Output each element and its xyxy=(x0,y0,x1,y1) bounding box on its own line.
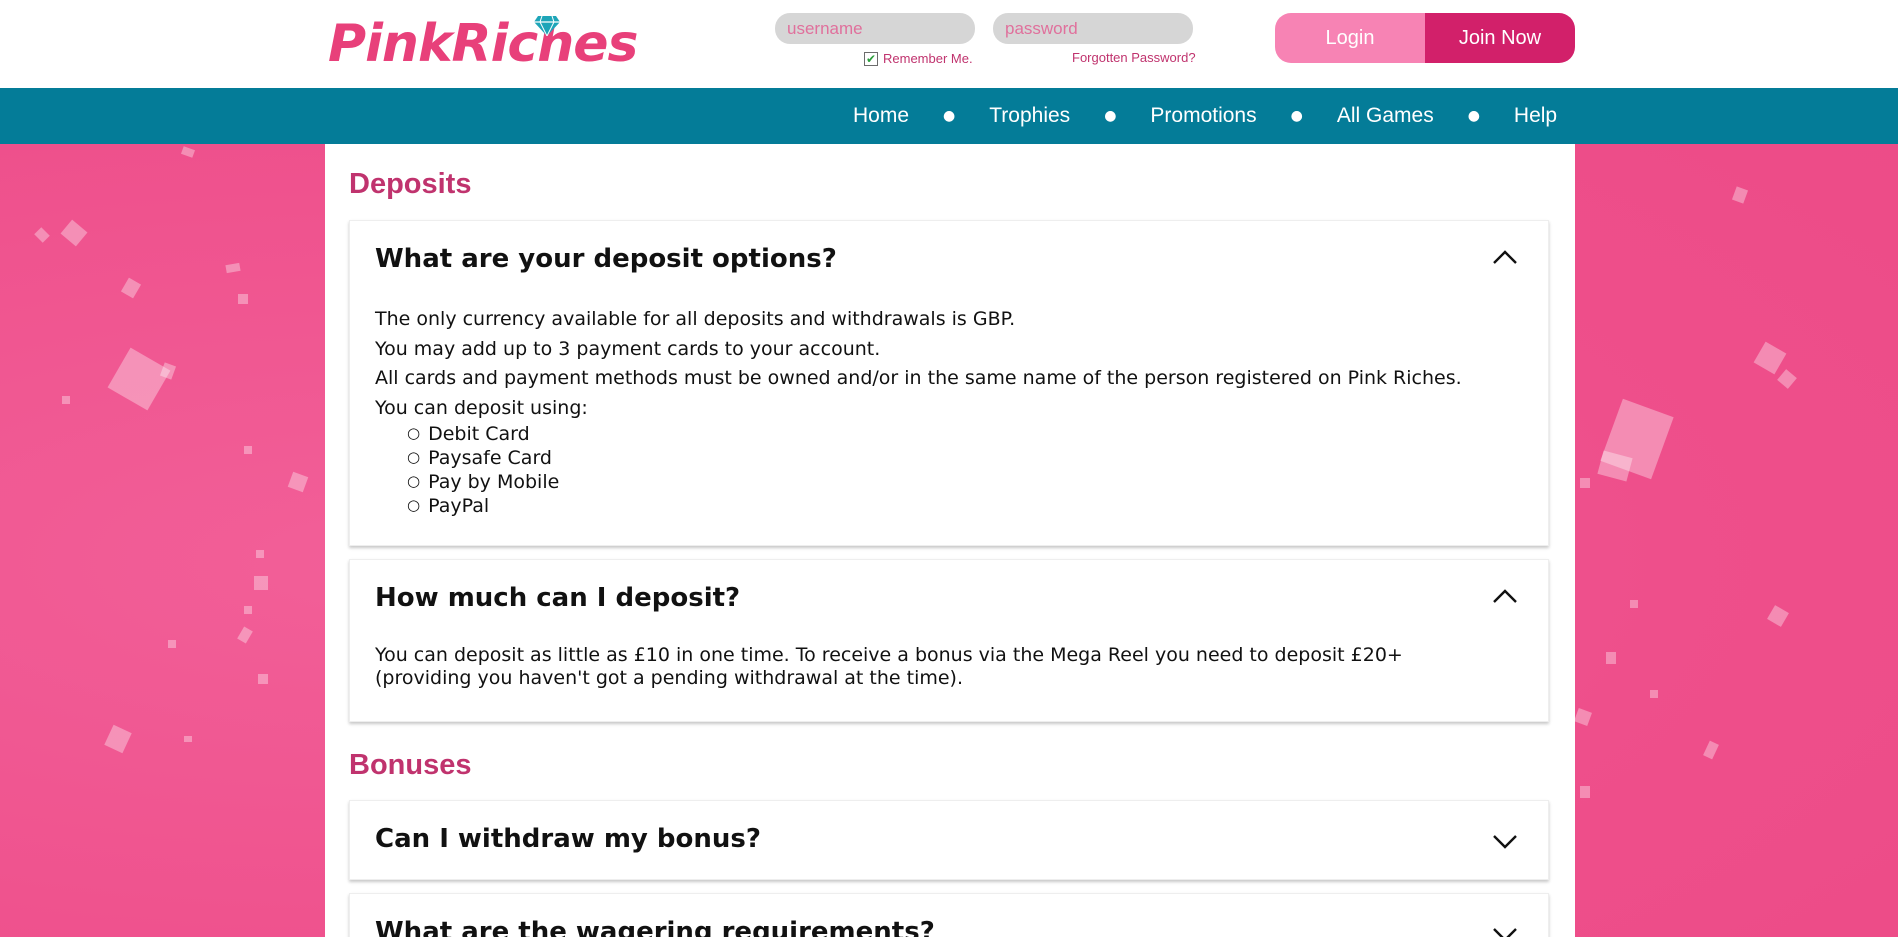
list-item: Debit Card xyxy=(407,423,1462,447)
faq-answer: You can deposit as little as £10 in one … xyxy=(375,644,1403,690)
faq-answer-line: All cards and payment methods must be ow… xyxy=(375,367,1462,389)
site-header: PinkRiches ✔ Remember Me. Forgotten Pass… xyxy=(0,0,1898,88)
nav-separator: ● xyxy=(1290,108,1303,124)
list-item: PayPal xyxy=(407,495,1462,519)
faq-answer-line: You may add up to 3 payment cards to you… xyxy=(375,337,881,360)
nav-all-games[interactable]: All Games xyxy=(1337,104,1434,128)
chevron-up-icon[interactable] xyxy=(1492,249,1518,265)
chevron-up-icon[interactable] xyxy=(1492,588,1518,604)
faq-answer-line: (providing you haven't got a pending wit… xyxy=(375,667,964,689)
main-nav: Home ● Trophies ● Promotions ● All Games… xyxy=(0,88,1898,144)
faq-item: What are your deposit options? The only … xyxy=(349,220,1549,546)
nav-home[interactable]: Home xyxy=(853,104,909,128)
faq-question[interactable]: What are the wagering requirements? xyxy=(375,917,935,937)
faq-item: What are the wagering requirements? xyxy=(349,893,1549,937)
list-item: Paysafe Card xyxy=(407,447,1462,471)
remember-me-checkbox[interactable]: ✔ xyxy=(864,51,878,66)
nav-separator: ● xyxy=(1467,108,1480,124)
faq-answer-line: You can deposit as little as £10 in one … xyxy=(375,644,1403,666)
diamond-icon xyxy=(534,16,560,36)
chevron-down-icon[interactable] xyxy=(1492,833,1518,849)
nav-help[interactable]: Help xyxy=(1514,104,1557,128)
forgot-password-link[interactable]: Forgotten Password? xyxy=(1072,50,1196,65)
section-title-deposits: Deposits xyxy=(349,168,472,200)
faq-answer-line: You can deposit using: xyxy=(375,396,588,419)
remember-me-label: Remember Me. xyxy=(883,51,973,66)
join-now-button[interactable]: Join Now xyxy=(1425,13,1575,63)
section-title-bonuses: Bonuses xyxy=(349,749,472,781)
faq-question[interactable]: How much can I deposit? xyxy=(375,583,740,613)
nav-promotions[interactable]: Promotions xyxy=(1150,104,1256,128)
remember-me[interactable]: ✔ Remember Me. xyxy=(864,51,973,66)
list-item: Pay by Mobile xyxy=(407,471,1462,495)
faq-answer: The only currency available for all depo… xyxy=(375,305,1462,519)
nav-separator: ● xyxy=(943,108,956,124)
faq-question[interactable]: What are your deposit options? xyxy=(375,244,837,274)
nav-trophies[interactable]: Trophies xyxy=(989,104,1070,128)
site-logo[interactable]: PinkRiches xyxy=(328,14,638,74)
password-input[interactable] xyxy=(993,13,1193,44)
faq-item: Can I withdraw my bonus? xyxy=(349,800,1549,880)
login-button[interactable]: Login xyxy=(1275,13,1425,63)
faq-item: How much can I deposit? You can deposit … xyxy=(349,559,1549,722)
faq-question[interactable]: Can I withdraw my bonus? xyxy=(375,824,761,854)
deposit-methods-list: Debit Card Paysafe Card Pay by Mobile Pa… xyxy=(407,423,1462,519)
username-input[interactable] xyxy=(775,13,975,44)
chevron-down-icon[interactable] xyxy=(1492,926,1518,937)
nav-separator: ● xyxy=(1104,108,1117,124)
faq-content: Deposits What are your deposit options? … xyxy=(325,144,1575,937)
faq-answer-line: The only currency available for all depo… xyxy=(375,308,1016,330)
